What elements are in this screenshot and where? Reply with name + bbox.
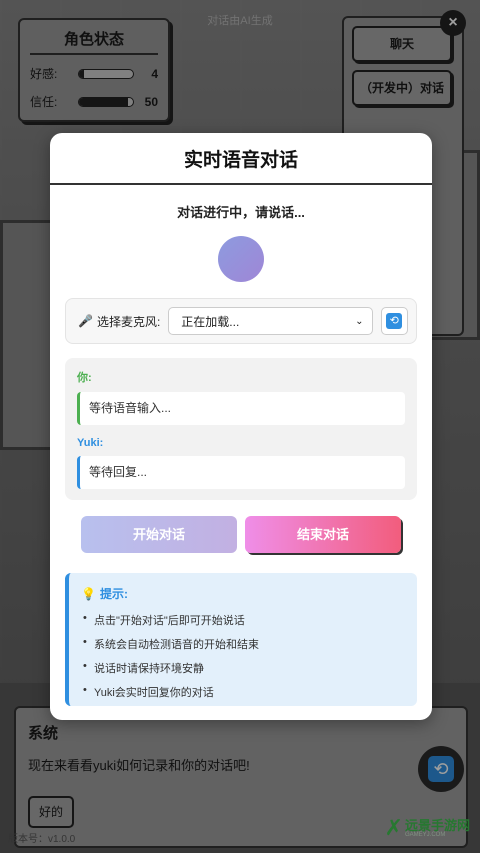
- microphone-label: 🎤 选择麦克风:: [78, 313, 160, 330]
- tip-item: 说话时请保持环境安静: [81, 660, 405, 676]
- yuki-transcript: 等待回复...: [77, 456, 405, 489]
- voice-activity-orb: [218, 236, 264, 282]
- refresh-icon: ⟲: [386, 313, 403, 329]
- chevron-down-icon: ⌄: [355, 315, 364, 327]
- action-buttons: 开始对话 结束对话: [81, 516, 401, 553]
- microphone-selector-row: 🎤 选择麦克风: 正在加载... ⌄ ⟲: [65, 298, 417, 344]
- microphone-label-text: 选择麦克风:: [96, 314, 161, 329]
- refresh-microphones-button[interactable]: ⟲: [380, 307, 408, 335]
- voice-chat-modal: 实时语音对话 对话进行中，请说话... 🎤 选择麦克风: 正在加载... ⌄ ⟲…: [50, 133, 432, 720]
- user-transcript: 等待语音输入...: [77, 392, 405, 425]
- tip-item: 点击"开始对话"后即可开始说话: [81, 612, 405, 628]
- modal-header: 实时语音对话: [50, 133, 432, 185]
- start-conversation-button[interactable]: 开始对话: [81, 516, 237, 553]
- end-conversation-button[interactable]: 结束对话: [245, 516, 401, 553]
- tips-title: 💡 提示:: [81, 585, 405, 602]
- lightbulb-icon: 💡: [81, 586, 96, 601]
- tip-item: 系统会自动检测语音的开始和结束: [81, 636, 405, 652]
- tips-box: 💡 提示: 点击"开始对话"后即可开始说话 系统会自动检测语音的开始和结束 说话…: [65, 573, 417, 706]
- tips-title-text: 提示:: [99, 587, 128, 601]
- user-speaker-label: 你:: [77, 372, 92, 384]
- tips-list: 点击"开始对话"后即可开始说话 系统会自动检测语音的开始和结束 说话时请保持环境…: [81, 612, 405, 700]
- tip-item: Yuki会实时回复你的对话: [81, 684, 405, 700]
- microphone-icon: 🎤: [78, 314, 93, 328]
- microphone-select[interactable]: 正在加载... ⌄: [168, 307, 373, 335]
- transcript-box: 你: 等待语音输入... Yuki: 等待回复...: [65, 358, 417, 500]
- modal-title: 实时语音对话: [183, 150, 298, 171]
- yuki-speaker-label: Yuki:: [77, 437, 104, 449]
- microphone-select-value: 正在加载...: [181, 314, 240, 329]
- conversation-status: 对话进行中，请说话...: [177, 205, 305, 220]
